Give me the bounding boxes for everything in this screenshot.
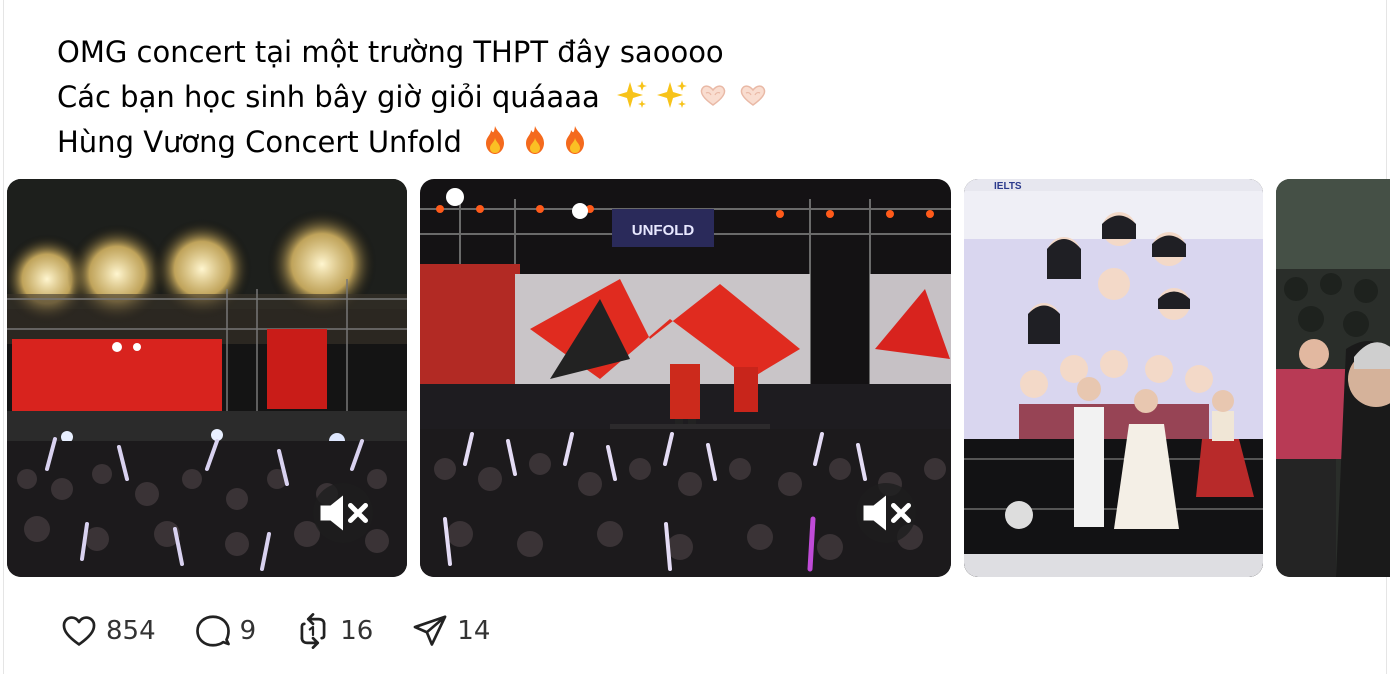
heart-hands-icon [740,85,766,106]
caption-line-2-text: Các bạn học sinh bây giờ giỏi quáaaa [57,80,600,114]
media-image-4[interactable] [1276,179,1390,577]
share-count: 14 [457,616,491,646]
send-icon [413,615,447,646]
fire-icon [526,126,545,154]
reply-count: 9 [239,616,257,646]
sparkles-icon [656,81,687,108]
crowd-image [1276,179,1390,577]
thread-post: OMG concert tại một trường THPT đây saoo… [3,0,1390,674]
repost-button[interactable]: 16 [294,612,373,650]
post-actions: 854 9 16 14 [60,608,528,654]
repost-icon [300,613,326,649]
speaker-muted-icon [320,495,368,531]
stage-screen-text: UNFOLD [632,222,695,239]
media-image-3[interactable]: IELTS [964,179,1263,577]
speaker-muted-icon [863,495,911,531]
media-video-1[interactable] [7,179,407,577]
heart-icon [62,616,96,646]
media-video-2[interactable]: UNFOLD [420,179,951,577]
mute-button[interactable] [313,483,373,543]
like-button[interactable]: 854 [60,612,156,650]
caption-line-3: Hùng Vương Concert Unfold [57,120,769,165]
fire-icon [486,126,505,154]
caption-line-2: Các bạn học sinh bây giờ giỏi quáaaa [57,75,769,120]
share-button[interactable]: 14 [411,612,490,650]
sparkles-icon [616,81,647,108]
mute-button[interactable] [856,483,916,543]
repost-count: 16 [340,616,374,646]
fire-icon [566,126,585,154]
like-count: 854 [106,616,156,646]
caption-line-1: OMG concert tại một trường THPT đây saoo… [57,35,724,69]
caption-line-3-text: Hùng Vương Concert Unfold [57,125,462,159]
heart-hands-icon [700,85,726,106]
reply-button[interactable]: 9 [194,612,257,650]
post-caption: OMG concert tại một trường THPT đây saoo… [57,30,769,165]
comment-icon [195,615,230,647]
stage-performers-image: IELTS [964,179,1263,577]
banner-text: IELTS [994,181,1022,192]
